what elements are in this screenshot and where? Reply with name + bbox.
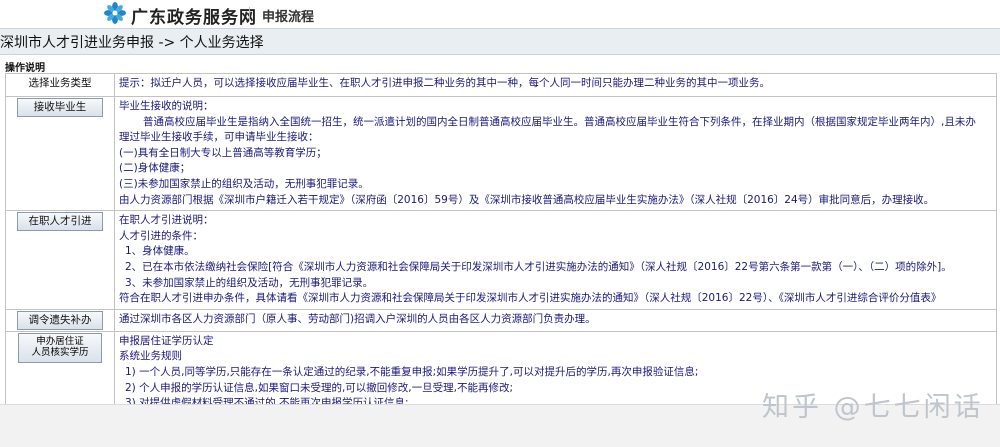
header-divider [249,7,250,21]
reissue-description: 通过深圳市各区人力资源部门（原人事、劳动部门)招调入户深圳的人员由各区人力资源部… [114,308,997,332]
reissue-transfer-order-button[interactable]: 调令遗失补办 [17,310,103,330]
section-title: 操作说明 [5,63,45,74]
graduate-description: 毕业生接收的说明： 普通高校应届毕业生是指纳入全国统一招生，统一派遣计划的国内全… [114,95,997,212]
breadcrumb-bar: 深圳市人才引进业务申报 -> 个人业务选择 [0,28,1000,55]
gd-logo-icon [104,2,126,24]
table-header-row: 选择业务类型 提示：拟迁户人员，可以选择接收应届毕业生、在职人才引进申报二种业务… [5,73,997,97]
inservice-talent-button[interactable]: 在职人才引进 [17,212,103,232]
accept-graduate-button[interactable]: 接收毕业生 [17,98,103,117]
breadcrumb: 深圳市人才引进业务申报 -> 个人业务选择 [0,35,264,51]
zhihu-watermark: 知乎 @七七闲话 [762,392,984,423]
site-brand: 广东政务服务网 [131,8,257,28]
talent-description: 在职人才引进说明： 人才引进的条件： 1、身体健康。 2、已在本市依法缴纳社会保… [114,210,997,310]
choose-type-label: 选择业务类型 [5,73,115,97]
table-row: 调令遗失补办 通过深圳市各区人力资源部门（原人事、劳动部门)招调入户深圳的人员由… [5,308,997,332]
top-header: 广东政务服务网 申报流程 [0,0,1000,28]
tip-text: 提示：拟迁户人员，可以选择接收应届毕业生、在职人才引进申报二种业务的其中一种，每… [114,73,997,97]
table-row: 接收毕业生 毕业生接收的说明： 普通高校应届毕业生是指纳入全国统一招生，统一派遣… [5,95,997,212]
residence-degree-verify-button[interactable]: 申办居住证 人员核实学历 [18,332,102,363]
business-type-table: 选择业务类型 提示：拟迁户人员，可以选择接收应届毕业生、在职人才引进申报二种业务… [5,73,997,415]
page-subtitle: 申报流程 [262,10,315,25]
table-row: 在职人才引进 在职人才引进说明： 人才引进的条件： 1、身体健康。 2、已在本市… [5,210,997,310]
